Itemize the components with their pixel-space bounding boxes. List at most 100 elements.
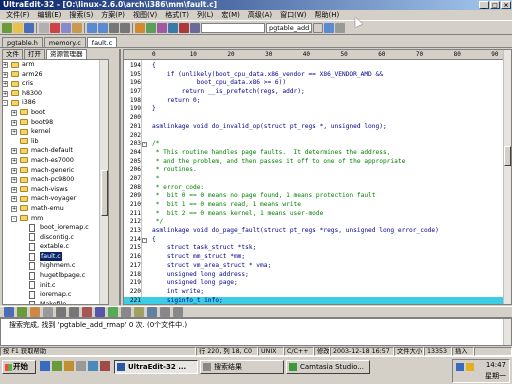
menu-advanced[interactable]: 高级(A) (244, 10, 276, 21)
expand-icon[interactable]: + (3, 71, 8, 78)
expand-icon[interactable]: + (11, 186, 17, 193)
menu-view[interactable]: 视图(V) (129, 10, 161, 21)
collapse-icon[interactable]: - (3, 100, 8, 107)
code-line[interactable]: 215 struct task_struct *tsk; (124, 244, 505, 253)
code-line[interactable]: 196 boot_cpu_data.x86 >= 6)) (124, 79, 505, 88)
word-wrap-icon[interactable] (146, 22, 156, 33)
spell-check-icon[interactable] (82, 307, 92, 317)
options-icon[interactable] (173, 307, 183, 317)
tab-fault-c[interactable]: fault.c (86, 37, 118, 47)
menu-edit[interactable]: 编辑(E) (34, 10, 66, 21)
lowercase-icon[interactable] (108, 307, 118, 317)
code-line[interactable]: 205 * and the problem, and then passes i… (124, 158, 505, 167)
code-line[interactable]: 201 asmlinkage void do_invalid_op(struct … (124, 123, 505, 132)
tree-item[interactable]: + mach-default (3, 146, 108, 156)
collapse-icon[interactable]: - (11, 215, 17, 222)
undo-icon[interactable] (87, 22, 97, 33)
tree-item[interactable]: + mach-es7000 (3, 156, 108, 166)
column-mode-icon[interactable] (168, 22, 178, 33)
task-search-results[interactable]: 搜索结果 (200, 360, 284, 374)
expand-icon[interactable]: + (11, 119, 17, 126)
menu-format[interactable]: 格式(T) (161, 10, 193, 21)
volume-icon[interactable] (466, 363, 474, 371)
find-icon[interactable] (109, 22, 119, 33)
outdent-icon[interactable] (43, 307, 53, 317)
tree-item[interactable]: + h8300 (3, 89, 108, 99)
code-line[interactable]: 220 int write; (124, 288, 505, 297)
format-icon[interactable] (17, 307, 27, 317)
tree-item[interactable]: + mach-voyager (3, 194, 108, 204)
uppercase-icon[interactable] (95, 307, 105, 317)
output-scrollbar[interactable] (503, 319, 511, 345)
tab-pgtable-h[interactable]: pgtable.h (2, 37, 43, 47)
tree-item[interactable]: lib (3, 137, 108, 147)
maximize-button[interactable]: □ (490, 1, 500, 9)
menu-file[interactable]: 文件(F) (2, 10, 34, 21)
title-bar[interactable]: UltraEdit-32 - [O:\linux-2.6.0\arch\i386… (0, 0, 512, 10)
print-icon[interactable] (39, 22, 49, 33)
quick-launch-desktop-icon[interactable] (52, 361, 62, 371)
tree-item[interactable]: - mm (3, 214, 108, 224)
tree-item[interactable]: + arm (3, 60, 108, 70)
code-line[interactable]: 212 */ (124, 218, 505, 227)
start-button[interactable]: 开始 (2, 360, 36, 374)
redo-icon[interactable] (98, 22, 108, 33)
tree-item[interactable]: init.c (3, 281, 108, 291)
code-line[interactable]: 213 asmlinkage void do_page_fault(struct … (124, 227, 505, 236)
tree-item[interactable]: + mach-pc9800 (3, 175, 108, 185)
tree-item[interactable]: + boot98 (3, 118, 108, 128)
tree-item[interactable]: + math-emu (3, 204, 108, 214)
tab-explorer[interactable]: 资源管理器 (46, 49, 87, 59)
code-line[interactable]: 203-/* (124, 140, 505, 149)
menu-project[interactable]: 方案(P) (97, 10, 129, 21)
editor-scrollbar-thumb[interactable] (504, 146, 511, 166)
tree-item[interactable]: - i386 (3, 98, 108, 108)
quick-launch-app-icon[interactable] (88, 361, 98, 371)
tree-item[interactable]: fault.c (3, 251, 108, 262)
network-icon[interactable] (456, 363, 464, 371)
code-line[interactable]: 202 (124, 132, 505, 141)
quick-launch-explorer-icon[interactable] (64, 361, 74, 371)
tree-item[interactable]: + kernel (3, 127, 108, 137)
code-line[interactable]: 214-{ (124, 236, 505, 245)
expand-icon[interactable]: + (11, 109, 17, 116)
tree-item[interactable]: + cris (3, 79, 108, 89)
code-line[interactable]: 209 * bit 0 == 0 means no page found, 1 … (124, 192, 505, 201)
code-line[interactable]: 207 * (124, 175, 505, 184)
replace-icon[interactable] (120, 22, 130, 33)
list-icon[interactable] (4, 307, 14, 317)
code-line[interactable]: 197 return __is_prefetch(regs, addr); (124, 88, 505, 97)
copy-icon[interactable] (61, 22, 71, 33)
expand-icon[interactable]: + (11, 129, 17, 136)
compare-icon[interactable] (190, 22, 200, 33)
tree-item[interactable]: + mach-generic (3, 166, 108, 176)
new-file-icon[interactable] (2, 22, 12, 33)
tab-memory-c[interactable]: memory.c (43, 37, 86, 47)
toolbar-options-icon[interactable] (335, 22, 345, 33)
code-line[interactable]: 198 return 0; (124, 97, 505, 106)
tag-icon[interactable] (324, 22, 334, 33)
expand-icon[interactable]: + (11, 157, 17, 164)
menu-column[interactable]: 列(L) (193, 10, 217, 21)
expand-icon[interactable]: + (11, 177, 17, 184)
fold-toggle-icon[interactable]: - (142, 142, 147, 148)
menu-macro[interactable]: 宏(M) (217, 10, 244, 21)
menu-help[interactable]: 帮助(H) (311, 10, 344, 21)
paste-icon[interactable] (72, 22, 82, 33)
ftp-icon[interactable] (134, 307, 144, 317)
tree-item[interactable]: ioremap.c (3, 290, 108, 300)
code-line[interactable]: 221 siginfo_t info; (124, 296, 505, 304)
code-line[interactable]: 200 (124, 114, 505, 123)
code-line[interactable]: 210 * bit 1 == 0 means read, 1 means wri… (124, 201, 505, 210)
bookmark-icon[interactable] (135, 22, 145, 33)
expand-icon[interactable]: + (3, 62, 8, 68)
tree-item[interactable]: + boot (3, 108, 108, 118)
code-line[interactable]: 217 struct vm_area_struct * vma; (124, 262, 505, 271)
code-line[interactable]: 216 struct mm_struct *mm; (124, 253, 505, 262)
quick-launch-media-icon[interactable] (76, 361, 86, 371)
expand-icon[interactable]: + (3, 90, 8, 97)
tab-open[interactable]: 打开 (24, 49, 45, 59)
tree-item[interactable]: discontig.c (3, 233, 108, 243)
tree-item[interactable]: hugetlbpage.c (3, 271, 108, 281)
code-line[interactable]: 219 unsigned long page; (124, 279, 505, 288)
